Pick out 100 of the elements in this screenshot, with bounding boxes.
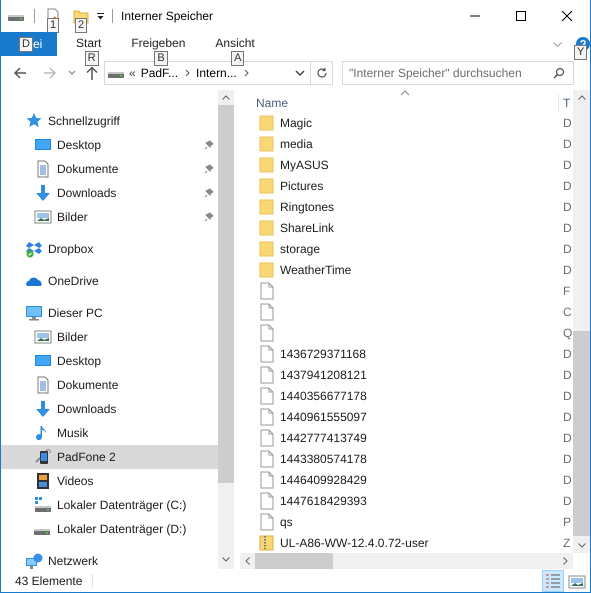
table-cell-text: D (563, 346, 573, 362)
navigation-item[interactable]: Desktop (1, 133, 218, 157)
key-tip: 2 (75, 18, 88, 33)
drive-icon (34, 496, 52, 514)
search-field[interactable]: "Interner Speicher" durchsuchen (342, 61, 574, 85)
folder-icon (259, 134, 274, 152)
document-icon (259, 302, 274, 320)
table-cell-text: D (563, 220, 573, 236)
collapse-ribbon-icon[interactable] (553, 42, 562, 46)
dropbox-icon (25, 240, 43, 258)
view-toggle-button[interactable] (542, 570, 564, 592)
table-cell-text: D (563, 472, 573, 488)
navigation-item[interactable]: Dokumente (1, 157, 218, 181)
file-name: 1446409928429 (280, 472, 368, 488)
file-name: 1442777413749 (280, 430, 368, 446)
table-cell-text: D (563, 198, 573, 216)
back-icon (12, 65, 28, 81)
file-name: MyASUS (280, 156, 330, 174)
document-icon (259, 450, 274, 468)
navigation-item[interactable]: Musik (1, 421, 218, 445)
refresh-icon (316, 67, 328, 79)
scroll-down-icon[interactable] (578, 543, 586, 548)
key-tip: 1 (47, 18, 60, 33)
scroll-left-icon[interactable] (245, 557, 250, 565)
document-icon (259, 386, 274, 404)
scroll-down-icon[interactable] (222, 557, 230, 562)
navigation-item[interactable]: Schnellzugriff (1, 109, 218, 133)
navigation-item[interactable]: Netzwerk (1, 549, 218, 573)
table-cell-text: P (563, 514, 572, 530)
dropdown-icon (68, 69, 76, 77)
maximize-icon (515, 10, 527, 22)
zip-file-icon (259, 534, 274, 552)
folder-icon (259, 156, 274, 174)
film-strip-icon (34, 472, 52, 490)
column-header[interactable]: Name (256, 94, 558, 112)
address-bar[interactable]: « PadF... Intern... (104, 61, 333, 85)
table-cell-text: C (563, 304, 573, 320)
document-icon (259, 492, 274, 510)
file-name: media (280, 136, 314, 152)
navigation-item[interactable]: PadFone 2 (1, 445, 218, 469)
picture-icon (34, 328, 52, 346)
document-icon (259, 344, 274, 362)
navigation-item[interactable]: Bilder (1, 325, 218, 349)
navigation-item[interactable]: Downloads (1, 397, 218, 421)
scroll-up-icon[interactable] (578, 95, 586, 100)
breadcrumb-item[interactable]: Intern... (196, 64, 237, 82)
file-name: ShareLink (280, 220, 336, 236)
key-tip: D (19, 36, 33, 52)
table-cell-text: D (563, 430, 573, 446)
navigation-item[interactable]: Videos (1, 469, 218, 493)
scroll-right-icon[interactable] (563, 557, 568, 565)
window-title: Interner Speicher (121, 8, 214, 25)
column-header[interactable]: T (563, 94, 573, 112)
navigation-item[interactable]: OneDrive (1, 269, 218, 293)
document-icon (259, 282, 274, 300)
scrollbar-thumb[interactable] (255, 553, 333, 569)
file-name: UL-A86-WW-12.4.0.72-user (280, 534, 430, 552)
table-cell-text: D (563, 262, 573, 278)
navigation-item[interactable]: Lokaler Datenträger (C:) (1, 493, 218, 517)
down-arrow-icon (34, 400, 52, 418)
table-cell-text: Q (563, 324, 573, 342)
navigation-item[interactable]: Lokaler Datenträger (D:) (1, 517, 218, 541)
table-cell-text: Z (563, 534, 572, 552)
navigation-item[interactable]: Dieser PC (1, 301, 218, 325)
forward-icon (42, 65, 58, 81)
navigation-item[interactable]: Dropbox (1, 237, 218, 261)
chevron-right-icon (185, 69, 192, 77)
table-cell-text: D (563, 178, 573, 194)
star-icon (25, 112, 43, 130)
close-icon (561, 10, 573, 22)
table-cell-text: D (563, 156, 573, 174)
document-icon (259, 408, 274, 426)
document-icon (259, 512, 274, 530)
chevron-right-icon (244, 69, 250, 77)
file-name: Ringtones (280, 198, 336, 216)
navigation-item[interactable]: Dokumente (1, 373, 218, 397)
network-icon (25, 552, 43, 570)
file-name: qs (280, 514, 294, 530)
table-cell-text: D (563, 136, 573, 152)
scrollbar-thumb[interactable] (218, 105, 234, 483)
folder-icon (259, 260, 274, 278)
customize-toolbar-icon[interactable] (97, 12, 104, 20)
folder-icon (259, 198, 274, 216)
file-tab[interactable]: ei (32, 35, 42, 53)
overflow-icon[interactable]: « (129, 64, 136, 82)
navigation-item[interactable]: Bilder (1, 205, 218, 229)
monitor-icon (25, 304, 43, 322)
file-name: 1447618429393 (280, 492, 368, 510)
navigation-item[interactable]: Desktop (1, 349, 218, 373)
breadcrumb-item[interactable]: PadF... (140, 64, 178, 82)
dropdown-icon (295, 69, 305, 77)
navigation-item[interactable]: Downloads (1, 181, 218, 205)
picture-icon (34, 208, 52, 226)
table-cell-text: D (563, 388, 573, 404)
folder-icon (259, 114, 274, 132)
file-name: WeatherTime (280, 262, 352, 278)
table-cell-text: D (563, 492, 573, 510)
up-arrow-icon (86, 66, 98, 80)
scroll-up-icon[interactable] (222, 95, 230, 100)
scrollbar-thumb[interactable] (573, 331, 590, 536)
